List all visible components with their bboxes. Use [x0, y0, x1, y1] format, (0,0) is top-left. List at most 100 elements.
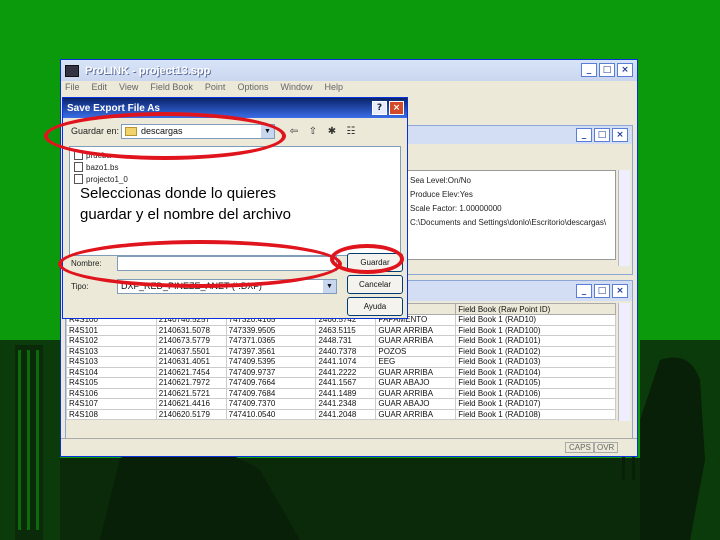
setting-sea-level: Sea Level:On/No [410, 176, 471, 185]
type-label: Tipo: [71, 282, 89, 291]
table-cell: 747339.9505 [225, 324, 317, 336]
highlight-oval-filename [58, 240, 342, 288]
table-cell: Field Book 1 (RAD108) [455, 408, 616, 420]
table-cell: Field Book 1 (RAD101) [455, 335, 616, 347]
table-cell: R4S103 [66, 345, 157, 357]
chevron-down-icon: ▼ [323, 280, 336, 293]
table-cell: 2140621.7454 [155, 366, 227, 378]
project-settings-window: _ □ × Sea Level:On/No Produce Elev:Yes S… [405, 125, 633, 275]
status-caps: CAPS [565, 442, 595, 453]
app-icon [65, 64, 79, 77]
inner-minimize-button[interactable]: _ [576, 128, 592, 142]
table-row[interactable]: R4S106 2140621.5721 747409.7684 2441.1489 GU… [66, 387, 616, 399]
table-cell: R4S101 [66, 324, 157, 336]
points-minimize-button[interactable]: _ [576, 284, 592, 298]
table-cell: Field Book 1 (RAD103) [455, 356, 616, 368]
new-folder-icon[interactable]: ✱ [325, 125, 339, 139]
menubar: File Edit View Field Book Point Options … [61, 82, 637, 98]
table-cell: 2441.2222 [315, 366, 377, 378]
window-titlebar[interactable]: ProLINK - project13.spp _ □ × [61, 60, 637, 81]
table-cell: 2140673.5779 [155, 335, 227, 347]
table-cell: 2140637.5501 [155, 345, 227, 357]
table-row[interactable]: R4S108 2140620.5179 747410.0540 2441.2048 GU… [66, 408, 616, 420]
table-cell: 2140631.4051 [155, 356, 227, 368]
settings-scrollbar[interactable] [618, 170, 630, 266]
table-row[interactable]: R4S105 2140621.7972 747409.7664 2441.1567 GU… [66, 377, 616, 389]
back-icon[interactable]: ⇦ [287, 125, 301, 139]
table-cell: R4S104 [66, 366, 157, 378]
table-cell: 2140621.7972 [155, 377, 227, 389]
table-cell: GUAR ARRIBA [375, 324, 457, 336]
status-bar: CAPS OVR [61, 438, 637, 456]
table-cell: EEG [375, 356, 457, 368]
table-cell: 2140631.5078 [155, 324, 227, 336]
table-row[interactable]: R4S102 2140673.5779 747371.0365 2448.731 GUA… [66, 335, 616, 347]
table-cell: 2140621.5721 [155, 387, 227, 399]
table-cell: R4S106 [66, 387, 157, 399]
dialog-help-button[interactable]: ? [372, 101, 387, 115]
points-scrollbar[interactable] [618, 303, 630, 421]
close-button[interactable]: × [617, 63, 633, 77]
table-cell: R4S102 [66, 335, 157, 347]
annotation-line-2: guardar y el nombre del archivo [80, 206, 291, 223]
highlight-oval-lookin [44, 112, 286, 160]
table-row[interactable]: R4S101 2140631.5078 747339.9505 2463.5115 GU… [66, 324, 616, 336]
menu-view[interactable]: View [119, 82, 138, 98]
settings-content: Sea Level:On/No Produce Elev:Yes Scale F… [406, 170, 616, 260]
table-cell: 747371.0365 [225, 335, 317, 347]
view-menu-icon[interactable]: ☷ [344, 125, 358, 139]
help-button[interactable]: Ayuda [347, 297, 403, 316]
table-cell: 2441.1074 [315, 356, 377, 368]
table-cell: 747409.7684 [225, 387, 317, 399]
menu-file[interactable]: File [65, 82, 80, 98]
table-row[interactable]: R4S103 2140631.4051 747409.5395 2441.1074 EE… [66, 356, 616, 368]
table-cell: Field Book 1 (RAD104) [455, 366, 616, 378]
dialog-close-button[interactable]: × [389, 101, 404, 115]
table-cell: 2441.2048 [315, 408, 377, 420]
status-ovr: OVR [593, 442, 619, 453]
menu-window[interactable]: Window [280, 82, 312, 98]
table-cell: GUAR ABAJO [375, 398, 457, 410]
menu-field-book[interactable]: Field Book [150, 82, 193, 98]
table-cell: 747397.3561 [225, 345, 317, 357]
table-cell: 2441.1489 [315, 387, 377, 399]
points-close-button[interactable]: × [612, 284, 628, 298]
cancel-button[interactable]: Cancelar [347, 275, 403, 294]
menu-help[interactable]: Help [324, 82, 343, 98]
table-cell: Field Book 1 (RAD105) [455, 377, 616, 389]
table-cell: 747409.9737 [225, 366, 317, 378]
table-cell: 2463.5115 [315, 324, 377, 336]
table-row[interactable]: R4S104 2140621.7454 747409.9737 2441.2222 GU… [66, 366, 616, 378]
table-cell: GUAR ARRIBA [375, 408, 457, 420]
menu-edit[interactable]: Edit [92, 82, 108, 98]
project-settings-titlebar[interactable]: _ □ × [406, 126, 632, 144]
table-cell: 2448.731 [315, 335, 377, 347]
table-cell: 2441.2348 [315, 398, 377, 410]
highlight-oval-save [330, 244, 404, 274]
table-cell: R4S107 [66, 398, 157, 410]
file-item[interactable]: bazo1.bs [74, 162, 118, 172]
minimize-button[interactable]: _ [581, 63, 597, 77]
inner-close-button[interactable]: × [612, 128, 628, 142]
menu-point[interactable]: Point [205, 82, 226, 98]
table-row[interactable]: R4S107 2140621.4416 747409.7370 2441.2348 GU… [66, 398, 616, 410]
window-title: ProLINK - project13.spp [85, 64, 211, 77]
table-cell: GUAR ARRIBA [375, 366, 457, 378]
table-cell: 2440.7378 [315, 345, 377, 357]
up-folder-icon[interactable]: ⇧ [306, 125, 320, 139]
table-cell: GUAR ARRIBA [375, 387, 457, 399]
inner-maximize-button[interactable]: □ [594, 128, 610, 142]
points-maximize-button[interactable]: □ [594, 284, 610, 298]
menu-options[interactable]: Options [237, 82, 268, 98]
table-row[interactable]: R4S103 2140637.5501 747397.3561 2440.7378 PO… [66, 345, 616, 357]
table-cell: Field Book 1 (RAD107) [455, 398, 616, 410]
table-cell: Field Book 1 (RAD106) [455, 387, 616, 399]
maximize-button[interactable]: □ [599, 63, 615, 77]
setting-scale-factor: Scale Factor: 1.00000000 [410, 204, 502, 213]
file-icon [74, 162, 83, 172]
col-header-field-book[interactable]: Field Book (Raw Point ID) [455, 303, 616, 315]
table-cell: Field Book 1 (RAD102) [455, 345, 616, 357]
table-cell: 747409.7664 [225, 377, 317, 389]
table-cell: 2140620.5179 [155, 408, 227, 420]
table-cell: Field Book 1 (RAD100) [455, 324, 616, 336]
